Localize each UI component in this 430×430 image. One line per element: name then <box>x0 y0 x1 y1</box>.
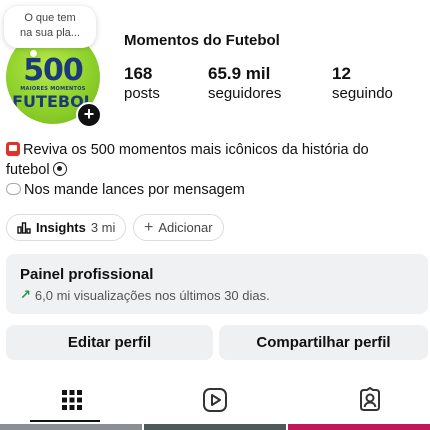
plus-icon: + <box>144 218 154 236</box>
profile-tabs <box>0 378 430 422</box>
professional-dashboard[interactable]: Painel profissional ↗ 6,0 mi visualizaçõ… <box>6 254 428 314</box>
profile-bio: Reviva os 500 momentos mais icônicos da … <box>6 140 426 200</box>
stat-following[interactable]: 12 seguindo <box>332 64 393 104</box>
stat-posts[interactable]: 168 posts <box>124 64 160 104</box>
bio-line-1: Reviva os 500 momentos mais icônicos da … <box>6 140 426 160</box>
post-thumbnail[interactable] <box>288 424 430 430</box>
bio-line-2: futebol <box>6 160 426 180</box>
grid-icon <box>61 390 82 410</box>
active-tab-indicator <box>30 420 100 422</box>
stat-followers-label: seguidores <box>208 85 282 102</box>
bar-chart-icon <box>17 221 31 234</box>
panel-title: Painel profissional <box>20 266 154 283</box>
add-story-button[interactable]: + <box>76 102 102 128</box>
post-grid-preview <box>0 424 430 430</box>
note-tail <box>30 50 37 57</box>
stat-following-value: 12 <box>332 64 351 83</box>
profile-name: Momentos do Futebol <box>124 32 280 49</box>
tab-grid[interactable] <box>0 378 143 422</box>
share-profile-button[interactable]: Compartilhar perfil <box>219 325 428 360</box>
tagged-person-icon <box>359 387 380 411</box>
bio-text-1: Reviva os 500 momentos mais icônicos da … <box>23 142 369 158</box>
note-line-2: na sua pla... <box>20 27 80 39</box>
stat-posts-value: 168 <box>124 64 153 83</box>
post-thumbnail[interactable] <box>144 424 286 430</box>
panel-subtitle-row: ↗ 6,0 mi visualizações nos últimos 30 di… <box>20 287 414 303</box>
add-chip[interactable]: + Adicionar <box>133 214 224 241</box>
insights-value: 3 mi <box>90 220 116 235</box>
edit-profile-button[interactable]: Editar perfil <box>6 325 213 360</box>
add-chip-label: Adicionar <box>158 220 213 235</box>
bio-text-3: Nos mande lances por mensagem <box>24 182 245 198</box>
bio-text-2: futebol <box>6 162 50 178</box>
reels-play-icon <box>202 388 227 412</box>
insights-label: Insights <box>36 220 86 235</box>
stat-posts-label: posts <box>124 85 160 102</box>
stat-followers-value: 65.9 mil <box>208 64 271 83</box>
stat-followers[interactable]: 65.9 mil seguidores <box>208 64 281 104</box>
note-bubble[interactable]: O que tem na sua pla... <box>4 6 96 57</box>
archive-emoji-icon <box>6 142 20 156</box>
stat-following-label: seguindo <box>332 85 393 102</box>
panel-subtitle: 6,0 mi visualizações nos últimos 30 dias… <box>34 287 270 303</box>
bio-line-3: Nos mande lances por mensagem <box>6 180 426 200</box>
speech-bubble-emoji-icon <box>6 183 21 195</box>
trend-up-icon: ↗ <box>20 287 31 302</box>
avatar-number: 500 <box>23 53 84 88</box>
tab-reels[interactable] <box>143 378 286 422</box>
post-thumbnail[interactable] <box>0 424 142 430</box>
tab-tagged[interactable] <box>298 378 430 422</box>
insights-chip[interactable]: Insights 3 mi <box>6 214 127 241</box>
soccer-ball-emoji-icon <box>52 162 67 176</box>
note-line-1: O que tem <box>24 12 76 24</box>
